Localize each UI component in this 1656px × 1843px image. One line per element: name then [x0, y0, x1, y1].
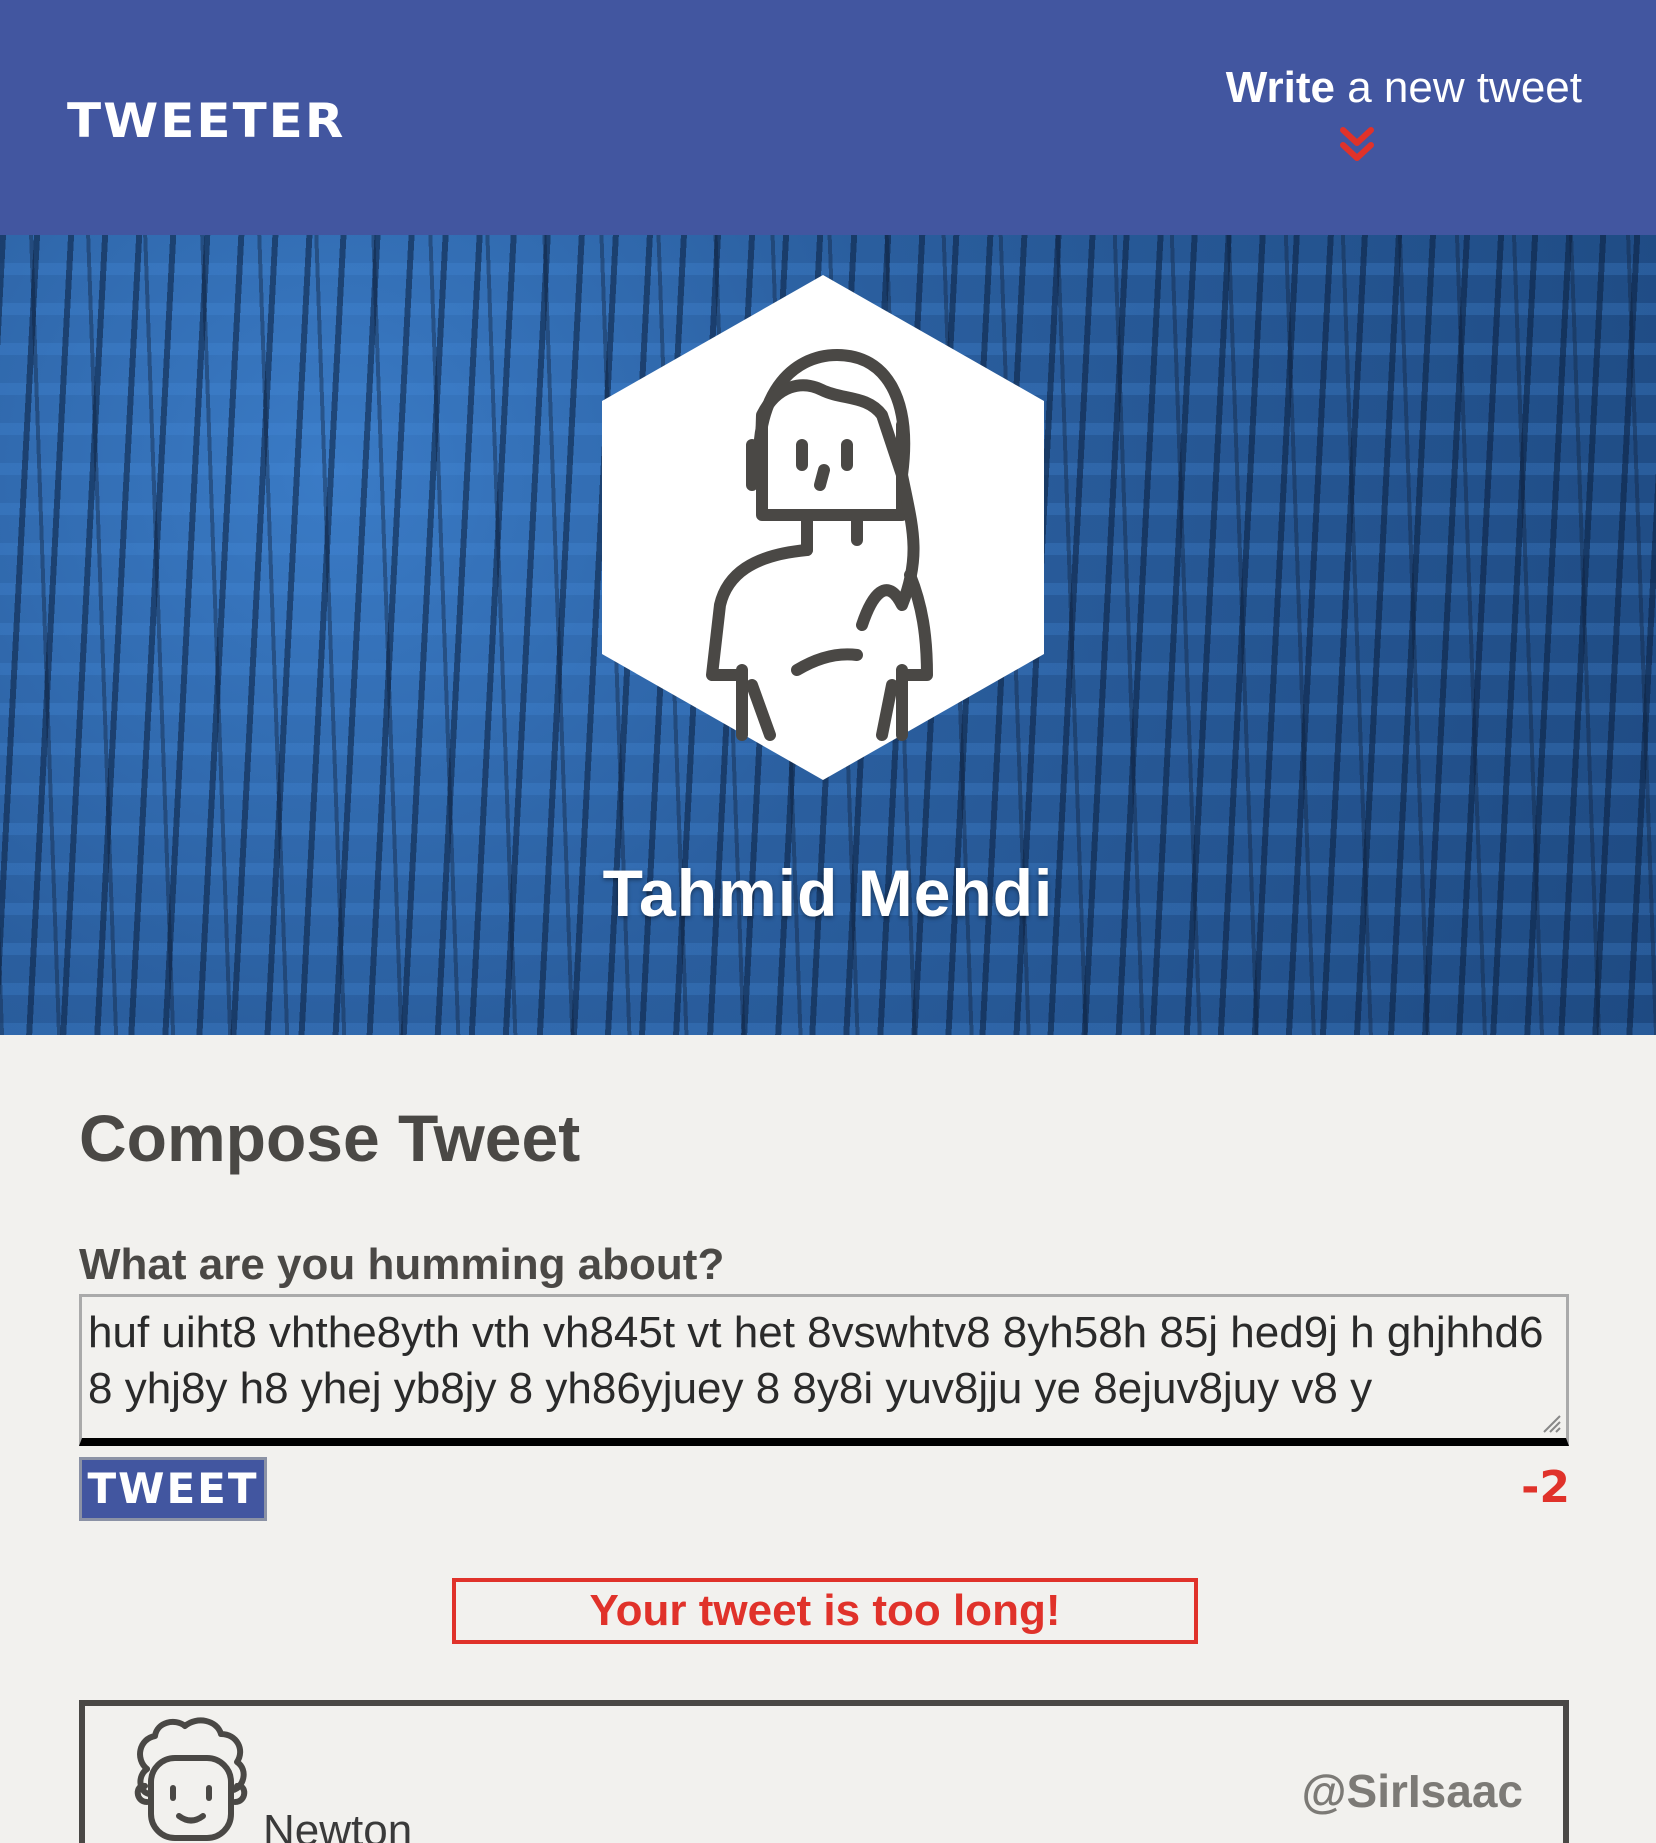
- tweet-author-handle: @SirIsaac: [1301, 1765, 1523, 1817]
- write-new-tweet-toggle[interactable]: Write a new tweet: [1162, 60, 1582, 170]
- tweet-button[interactable]: TWEET: [79, 1457, 267, 1521]
- tweet-textarea[interactable]: huf uiht8 vhthe8yth vth vh845t vt het 8v…: [79, 1294, 1569, 1446]
- double-chevron-down-icon: [1340, 127, 1374, 161]
- error-message: Your tweet is too long!: [452, 1578, 1198, 1644]
- brand-logo[interactable]: TWEETER: [67, 93, 345, 148]
- compose-title: Compose Tweet: [79, 1101, 581, 1175]
- tweet-textarea-value: huf uiht8 vhthe8yth vth vh845t vt het 8v…: [88, 1308, 1544, 1413]
- profile-header: Tahmid Mehdi: [0, 235, 1656, 1035]
- profile-name: Tahmid Mehdi: [602, 856, 1054, 930]
- user-avatar-icon: [602, 275, 1044, 780]
- write-new-tweet-label: Write a new tweet: [1225, 63, 1582, 112]
- resize-grip-icon[interactable]: [1540, 1412, 1562, 1434]
- compose-label: What are you humming about?: [79, 1240, 725, 1289]
- top-nav: TWEETER Write a new tweet: [0, 0, 1656, 235]
- newton-avatar-icon: [134, 1717, 248, 1841]
- character-counter: -2: [1521, 1462, 1570, 1513]
- tweet-author-name: Newton: [263, 1806, 413, 1843]
- page: TWEETER Write a new tweet Tahmid Mehdi C…: [0, 0, 1656, 1843]
- tweet-card: Newton @SirIsaac: [79, 1700, 1569, 1843]
